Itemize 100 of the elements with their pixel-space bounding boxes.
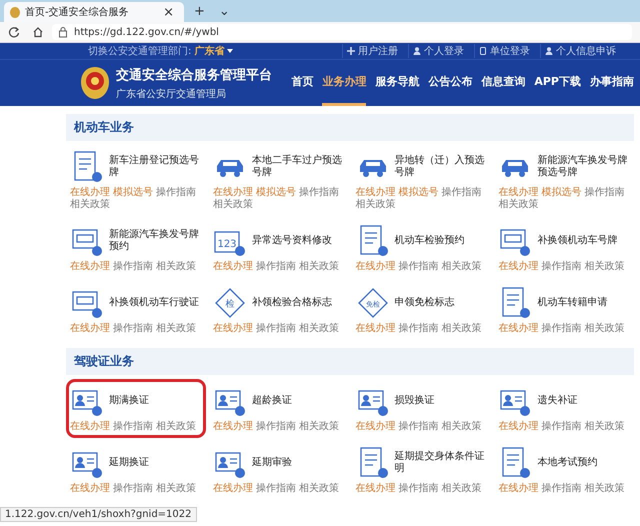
action-link[interactable]: 操作指南 (541, 323, 582, 335)
action-link[interactable]: 操作指南 (584, 187, 624, 199)
nav-tab[interactable]: APP下载 (534, 60, 581, 106)
action-link[interactable]: 相关政策 (156, 261, 196, 273)
action-link[interactable]: 相关政策 (442, 323, 482, 335)
nav-tab[interactable]: 公告公布 (428, 60, 472, 106)
reload-icon[interactable] (8, 26, 20, 38)
action-link[interactable]: 在线办理 (70, 483, 110, 495)
service-link[interactable]: 损毁换证 (394, 394, 434, 408)
action-link[interactable]: 在线办理 (212, 261, 253, 273)
action-link[interactable]: 相关政策 (70, 199, 110, 211)
service-link[interactable]: 异常选号资料修改 (252, 234, 332, 248)
action-link[interactable]: 操作指南 (398, 261, 438, 273)
action-link[interactable]: 相关政策 (584, 323, 624, 335)
action-link[interactable]: 在线办理 (212, 323, 253, 335)
header-link[interactable]: 用户注册 (342, 44, 402, 58)
action-link[interactable]: 在线办理 (212, 483, 253, 495)
action-link[interactable]: 相关政策 (584, 261, 624, 273)
action-link[interactable]: 在线办理 (356, 261, 396, 273)
service-link[interactable]: 期满换证 (109, 394, 149, 408)
action-link[interactable]: 在线办理 (212, 187, 253, 199)
action-link[interactable]: 在线办理 (356, 483, 396, 495)
service-link[interactable]: 新车注册登记预选号牌 (109, 154, 202, 180)
action-link[interactable]: 操作指南 (156, 187, 196, 199)
service-link[interactable]: 本地二手车过户预选号牌 (252, 154, 344, 180)
action-link[interactable]: 相关政策 (298, 261, 339, 273)
action-link[interactable]: 模拟选号 (113, 187, 153, 199)
service-link[interactable]: 机动车检验预约 (394, 234, 464, 248)
service-link[interactable]: 延期提交身体条件证明 (394, 450, 488, 476)
action-link[interactable]: 在线办理 (356, 421, 396, 433)
service-link[interactable]: 申领免检标志 (394, 296, 454, 310)
action-link[interactable]: 在线办理 (498, 483, 538, 495)
action-link[interactable]: 在线办理 (70, 187, 110, 199)
service-link[interactable]: 补换领机动车行驶证 (109, 296, 199, 310)
action-link[interactable]: 相关政策 (156, 421, 196, 433)
action-link[interactable]: 在线办理 (498, 421, 538, 433)
action-link[interactable]: 相关政策 (298, 421, 339, 433)
service-link[interactable]: 延期换证 (109, 456, 149, 470)
action-link[interactable]: 操作指南 (398, 483, 438, 495)
action-link[interactable]: 在线办理 (70, 261, 110, 273)
action-link[interactable]: 操作指南 (298, 187, 339, 199)
action-link[interactable]: 在线办理 (498, 187, 538, 199)
close-button[interactable]: × (159, 4, 178, 20)
service-link[interactable]: 补换领机动车号牌 (537, 234, 618, 248)
action-link[interactable]: 相关政策 (498, 199, 538, 211)
action-link[interactable]: 在线办理 (356, 323, 396, 335)
header-link[interactable]: 个人信息申诉 (540, 44, 620, 58)
action-link[interactable]: 操作指南 (541, 421, 582, 433)
action-link[interactable]: 在线办理 (498, 323, 538, 335)
service-link[interactable]: 新能源汽车换发号牌预约 (109, 228, 202, 254)
action-link[interactable]: 操作指南 (113, 261, 153, 273)
action-link[interactable]: 相关政策 (156, 483, 196, 495)
header-link[interactable]: 单位登录 (474, 44, 534, 58)
action-link[interactable]: 在线办理 (70, 323, 110, 335)
browser-tab[interactable]: 首页-交通安全综合服务 × (4, 2, 184, 22)
service-link[interactable]: 遗失补证 (537, 394, 578, 408)
home-icon[interactable] (32, 26, 44, 38)
action-link[interactable]: 相关政策 (156, 323, 196, 335)
header-link[interactable]: 个人登录 (408, 44, 468, 58)
service-link[interactable]: 本地考试预约 (537, 456, 598, 470)
action-link[interactable]: 相关政策 (298, 323, 339, 335)
action-link[interactable]: 操作指南 (442, 187, 482, 199)
action-link[interactable]: 操作指南 (256, 323, 296, 335)
nav-tab[interactable]: 业务办理 (322, 60, 366, 106)
new-tab-button[interactable]: + (190, 4, 209, 18)
service-link[interactable]: 补领检验合格标志 (252, 296, 332, 310)
action-link[interactable]: 操作指南 (256, 421, 296, 433)
action-link[interactable]: 在线办理 (212, 421, 253, 433)
nav-tab[interactable]: 首页 (291, 60, 314, 106)
action-link[interactable]: 相关政策 (584, 483, 624, 495)
action-link[interactable]: 模拟选号 (541, 187, 582, 199)
action-link[interactable]: 操作指南 (541, 483, 582, 495)
action-link[interactable]: 模拟选号 (256, 187, 296, 199)
action-link[interactable]: 操作指南 (256, 261, 296, 273)
action-link[interactable]: 操作指南 (113, 483, 153, 495)
action-link[interactable]: 操作指南 (398, 421, 438, 433)
service-link[interactable]: 超龄换证 (252, 394, 292, 408)
service-link[interactable]: 延期审验 (252, 456, 292, 470)
nav-tab[interactable]: 服务导航 (375, 60, 420, 106)
action-link[interactable]: 相关政策 (442, 483, 482, 495)
action-link[interactable]: 在线办理 (498, 261, 538, 273)
action-link[interactable]: 操作指南 (113, 323, 153, 335)
action-link[interactable]: 相关政策 (584, 421, 624, 433)
service-link[interactable]: 机动车转籍申请 (537, 296, 608, 310)
region-dropdown[interactable]: 广东省 (194, 44, 224, 58)
action-link[interactable]: 模拟选号 (398, 187, 438, 199)
nav-tab[interactable]: 办事指南 (590, 60, 634, 106)
tab-list-button[interactable]: ⌄ (214, 4, 234, 18)
action-link[interactable]: 相关政策 (442, 421, 482, 433)
nav-tab[interactable]: 信息查询 (481, 60, 526, 106)
action-link[interactable]: 相关政策 (212, 199, 253, 211)
action-link[interactable]: 操作指南 (256, 483, 296, 495)
action-link[interactable]: 操作指南 (113, 421, 153, 433)
action-link[interactable]: 相关政策 (442, 261, 482, 273)
action-link[interactable]: 操作指南 (541, 261, 582, 273)
action-link[interactable]: 相关政策 (298, 483, 339, 495)
service-link[interactable]: 新能源汽车换发号牌预选号牌 (537, 154, 630, 180)
service-link[interactable]: 异地转（迁）入预选号牌 (394, 154, 488, 180)
action-link[interactable]: 在线办理 (70, 421, 110, 433)
action-link[interactable]: 相关政策 (356, 199, 396, 211)
